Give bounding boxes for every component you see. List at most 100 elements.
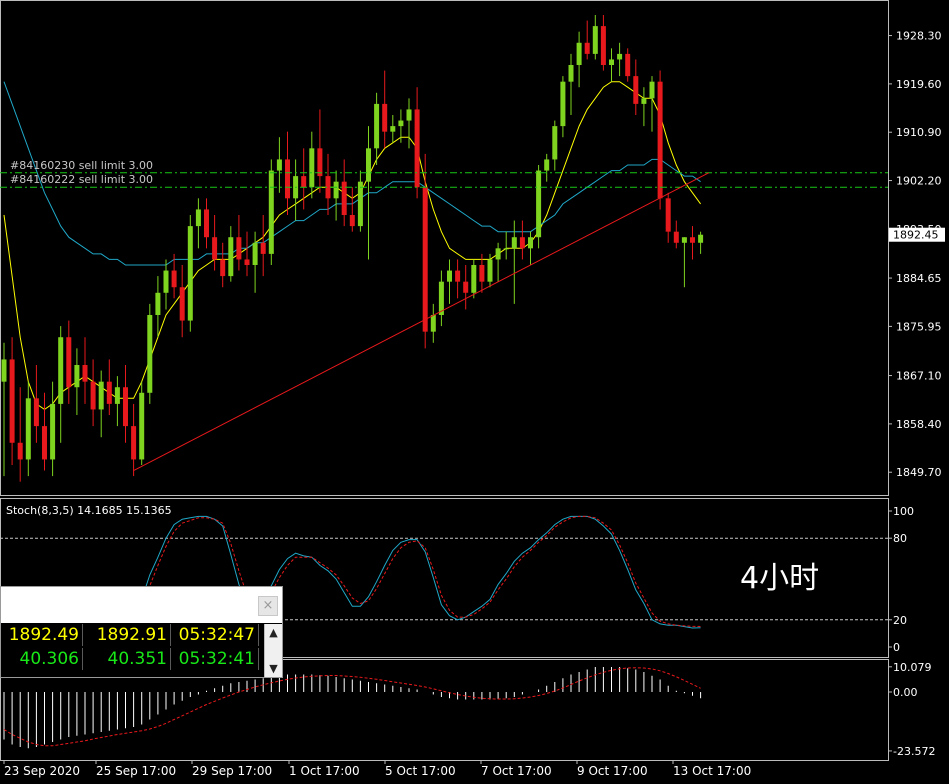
candle-up — [276, 159, 282, 171]
candle-up — [187, 226, 193, 321]
candle-down — [171, 270, 177, 288]
scroll-down-icon[interactable]: ▼ — [265, 662, 282, 675]
candle-up — [568, 65, 574, 82]
x-tick-label: 1 Oct 17:00 — [289, 764, 360, 778]
candle-up — [698, 234, 704, 243]
timeframe-annotation: 4小时 — [740, 561, 819, 596]
quote-time: 05:32:41 — [171, 648, 259, 670]
candle-down — [673, 231, 679, 243]
candle-down — [349, 215, 355, 227]
quote-scrollbar[interactable]: ▲ ▼ — [264, 624, 282, 677]
candle-down — [625, 53, 631, 77]
quote-row[interactable]: 1892.49 1892.91 05:32:47 — [1, 623, 282, 647]
y-tick-label: 1849.70 — [896, 466, 942, 479]
candle-up — [471, 265, 477, 293]
x-tick-label: 25 Sep 17:00 — [96, 764, 176, 778]
candle-up — [147, 315, 153, 393]
candle-down — [66, 337, 72, 388]
candle-down — [260, 242, 266, 254]
y-tick-label: 1867.10 — [896, 370, 942, 383]
x-tick-label: 29 Sep 17:00 — [192, 764, 272, 778]
scroll-up-icon[interactable]: ▲ — [265, 626, 282, 639]
bid-price: 1892.49 — [1, 624, 83, 646]
candlestick-series — [1, 15, 704, 482]
y-tick-label: 1875.95 — [896, 320, 942, 333]
candle-up — [366, 148, 371, 182]
candle-up — [487, 259, 493, 282]
candle-down — [463, 281, 469, 293]
trend-line — [133, 172, 709, 471]
candle-up — [25, 398, 31, 460]
candle-up — [536, 170, 542, 238]
candle-up — [50, 403, 56, 460]
candle-down — [9, 359, 15, 443]
stoch-title: Stoch(8,3,5) 14.1685 15.1365 — [6, 504, 172, 517]
candle-up — [74, 365, 80, 388]
candle-up — [503, 248, 509, 250]
sell-limit-label: #84160222 sell limit 3.00 — [10, 173, 153, 186]
candle-down — [212, 237, 218, 260]
candle-down — [600, 26, 606, 65]
candle-up — [309, 148, 315, 188]
sell-limit-label: #84160230 sell limit 3.00 — [10, 159, 153, 172]
stoch-y-tick-label: 0 — [893, 641, 900, 654]
candle-down — [422, 187, 428, 332]
quote-window-titlebar[interactable]: × — [1, 587, 282, 623]
stoch-y-tick-label: 80 — [893, 532, 907, 545]
candle-up — [163, 270, 169, 293]
candle-down — [519, 237, 525, 249]
y-tick-label: 1928.30 — [896, 30, 942, 43]
candle-up — [447, 270, 452, 282]
quote-row[interactable]: 40.306 40.351 05:32:41 — [1, 647, 282, 671]
x-tick-label: 13 Oct 17:00 — [673, 764, 751, 778]
y-tick-label: 1858.40 — [896, 418, 942, 431]
bid-price: 40.306 — [1, 648, 83, 670]
y-tick-label: 1919.60 — [896, 78, 942, 91]
candle-down — [657, 81, 663, 199]
x-tick-label: 7 Oct 17:00 — [481, 764, 552, 778]
y-tick-label: 1902.20 — [896, 175, 942, 188]
candle-down — [633, 76, 639, 104]
candle-down — [414, 109, 420, 188]
close-icon[interactable]: × — [258, 596, 278, 616]
candle-up — [398, 120, 404, 127]
y-tick-label: 1910.90 — [896, 126, 942, 139]
current-price-label: 1892.45 — [893, 229, 939, 242]
candle-down — [285, 159, 290, 199]
candle-down — [584, 42, 590, 54]
candle-down — [236, 237, 242, 260]
candle-up — [390, 126, 396, 132]
moving-average-line — [3, 81, 702, 411]
candle-up — [58, 337, 64, 404]
candle-down — [90, 381, 96, 410]
candle-up — [1, 359, 7, 382]
candle-down — [17, 442, 23, 460]
candle-up — [114, 387, 120, 404]
candle-down — [301, 176, 307, 188]
candle-down — [131, 426, 137, 460]
ask-price: 40.351 — [83, 648, 171, 670]
candle-up — [333, 181, 339, 199]
candle-down — [455, 270, 461, 282]
candle-down — [341, 181, 347, 215]
candle-up — [560, 81, 566, 127]
candle-up — [495, 248, 501, 260]
candle-up — [252, 242, 258, 265]
quote-window[interactable]: × 1892.49 1892.91 05:32:47 40.306 40.351… — [0, 586, 283, 678]
candle-up — [592, 26, 598, 54]
x-tick-label: 23 Sep 2020 — [4, 764, 80, 778]
candle-down — [204, 209, 209, 238]
candle-up — [609, 59, 614, 65]
candle-down — [106, 381, 112, 404]
candle-down — [690, 237, 695, 243]
stoch-y-tick-label: 100 — [893, 505, 914, 518]
candle-up — [544, 159, 550, 171]
candle-up — [649, 81, 655, 99]
candle-up — [98, 381, 104, 410]
candle-up — [228, 237, 234, 277]
candle-down — [42, 426, 47, 460]
candle-up — [268, 170, 274, 254]
y-tick-label: 1884.65 — [896, 272, 942, 285]
quote-time: 05:32:47 — [171, 624, 259, 646]
candle-up — [357, 181, 363, 227]
